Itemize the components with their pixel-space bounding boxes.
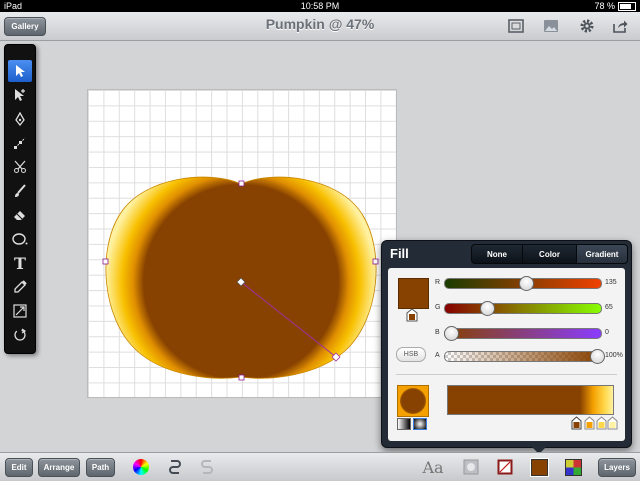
tab-none[interactable]: None xyxy=(471,244,523,264)
layers-button[interactable]: Layers xyxy=(598,458,636,477)
slider-r-label: R xyxy=(435,279,441,286)
alpha-value: 100% xyxy=(605,352,623,359)
blue-slider-track[interactable] xyxy=(444,328,602,339)
slider-g-label: G xyxy=(435,304,441,311)
redo-icon[interactable] xyxy=(198,458,216,476)
fill-panel-body: R 135 G 65 B 0 HSB A 100% xyxy=(388,268,625,441)
red-slider-thumb[interactable] xyxy=(519,276,534,291)
hsb-toggle-button[interactable]: HSB xyxy=(396,347,426,362)
swatch-stop-icon xyxy=(406,308,418,322)
fill-title: Fill xyxy=(390,246,409,261)
bottom-toolbar: Edit Arrange Path Aa Layers xyxy=(0,452,640,481)
fill-icon[interactable] xyxy=(530,458,548,476)
radial-gradient-preview[interactable] xyxy=(397,385,429,417)
alpha-slider-thumb[interactable] xyxy=(590,349,605,364)
font-icon[interactable]: Aa xyxy=(421,458,445,477)
undo-icon[interactable] xyxy=(166,458,184,476)
edit-button[interactable]: Edit xyxy=(5,458,33,477)
linear-gradient-type-icon[interactable] xyxy=(397,418,411,430)
arrange-button[interactable]: Arrange xyxy=(38,458,80,477)
tab-color[interactable]: Color xyxy=(522,244,577,264)
current-color-swatch[interactable] xyxy=(398,278,429,309)
slider-b-label: B xyxy=(435,329,440,336)
stroke-icon[interactable] xyxy=(496,458,514,476)
fill-popover: Fill None Color Gradient R 135 G 65 B 0 … xyxy=(381,240,632,448)
green-slider-thumb[interactable] xyxy=(480,301,495,316)
green-slider-track[interactable] xyxy=(444,303,602,314)
red-value: 135 xyxy=(605,279,617,286)
panel-divider xyxy=(396,374,617,375)
gradient-stop-3[interactable] xyxy=(596,416,607,430)
gradient-stop-4[interactable] xyxy=(607,416,618,430)
path-button[interactable]: Path xyxy=(86,458,115,477)
blue-value: 0 xyxy=(605,329,609,336)
blue-slider-thumb[interactable] xyxy=(444,326,459,341)
radial-gradient-type-icon[interactable] xyxy=(413,418,427,430)
swatches-icon[interactable] xyxy=(564,458,582,476)
gradient-stop-2[interactable] xyxy=(584,416,595,430)
shadow-icon[interactable] xyxy=(462,458,480,476)
gradient-stop-1[interactable] xyxy=(571,416,582,430)
gradient-bar[interactable] xyxy=(447,385,614,415)
slider-a-label: A xyxy=(435,352,440,359)
alpha-slider-track[interactable] xyxy=(444,351,602,362)
tab-gradient[interactable]: Gradient xyxy=(576,244,628,264)
color-wheel-icon[interactable] xyxy=(132,458,150,476)
green-value: 65 xyxy=(605,304,613,311)
